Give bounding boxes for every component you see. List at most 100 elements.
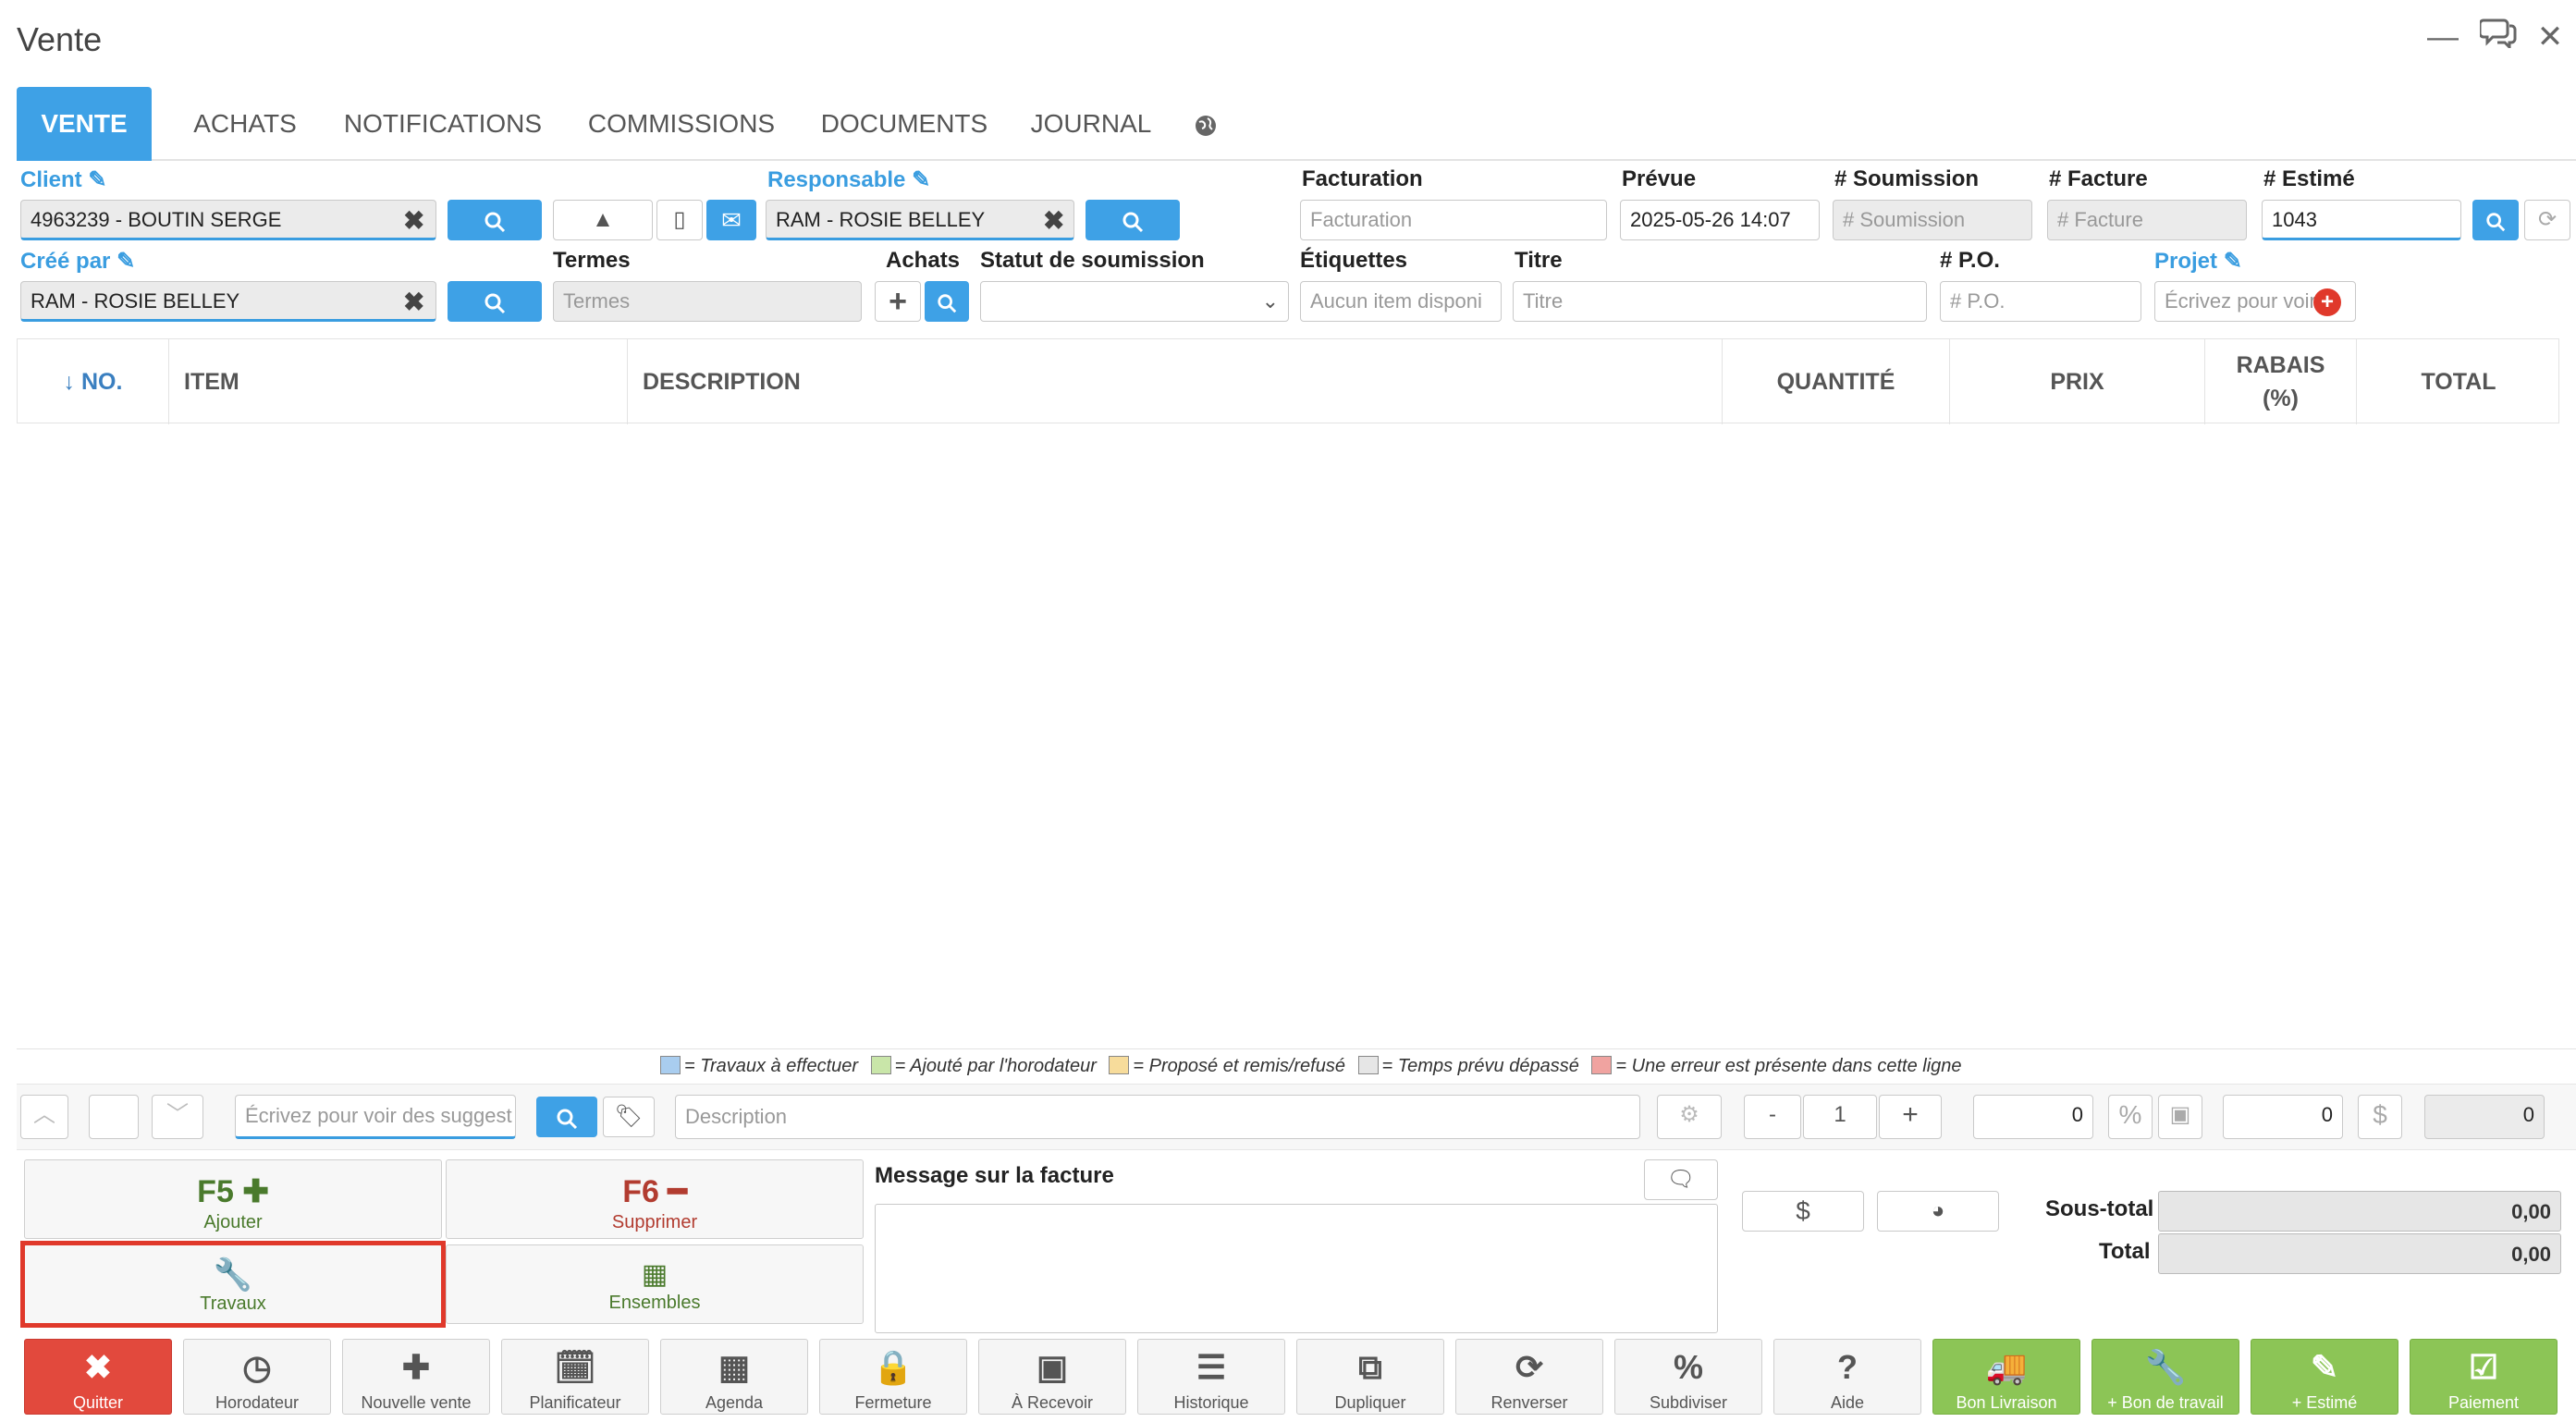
comment-icon[interactable]: 🗨 bbox=[1644, 1159, 1718, 1200]
refresh-icon[interactable]: ⟳ bbox=[2524, 200, 2570, 240]
add-project-icon[interactable]: + bbox=[2313, 288, 2341, 316]
position-input[interactable] bbox=[89, 1095, 139, 1139]
col-prix[interactable]: PRIX bbox=[1950, 339, 2205, 424]
road-icon[interactable]: ▲ bbox=[553, 200, 653, 240]
percent-toggle[interactable]: % bbox=[2108, 1095, 2153, 1139]
po-input[interactable]: # P.O. bbox=[1940, 281, 2141, 322]
col-no[interactable]: ↓ NO. bbox=[18, 339, 169, 424]
facture-input[interactable]: # Facture bbox=[2047, 200, 2247, 240]
facturation-input[interactable]: Facturation bbox=[1300, 200, 1607, 240]
projet-label[interactable]: Projet ✎ bbox=[2154, 248, 2242, 275]
chat-icon[interactable] bbox=[2478, 17, 2519, 57]
cree-par-input[interactable]: RAM - ROSIE BELLEY bbox=[20, 281, 436, 322]
edit-icon[interactable]: ✎ bbox=[88, 167, 106, 192]
client-input[interactable]: 4963239 - BOUTIN SERGE bbox=[20, 200, 436, 240]
close-window-icon[interactable]: ✕ bbox=[2530, 17, 2570, 57]
soumission-input[interactable]: # Soumission bbox=[1833, 200, 2032, 240]
estime-button[interactable]: ✎ + Estimé bbox=[2251, 1339, 2398, 1415]
titre-input[interactable]: Titre bbox=[1513, 281, 1927, 322]
prevue-input[interactable]: 2025-05-26 14:07 bbox=[1620, 200, 1820, 240]
historique-button[interactable]: ☰ Historique bbox=[1137, 1339, 1285, 1415]
item-search-button[interactable] bbox=[536, 1097, 597, 1137]
client-search-button[interactable] bbox=[448, 200, 542, 240]
titre-label: Titre bbox=[1515, 248, 1563, 273]
col-description[interactable]: DESCRIPTION bbox=[628, 339, 1723, 424]
agenda-button[interactable]: ▦ Agenda bbox=[660, 1339, 808, 1415]
highlight-box bbox=[20, 1241, 446, 1328]
clear-cree-par-icon[interactable]: ✖ bbox=[403, 287, 424, 317]
etiquettes-label: Étiquettes bbox=[1300, 248, 1408, 273]
clear-responsable-icon[interactable]: ✖ bbox=[1043, 205, 1064, 236]
estime-search-button[interactable] bbox=[2472, 200, 2519, 240]
close-icon: ✖ bbox=[83, 1348, 113, 1386]
subdiviser-button[interactable]: % Subdiviser bbox=[1614, 1339, 1762, 1415]
responsable-search-button[interactable] bbox=[1086, 200, 1180, 240]
cree-par-label[interactable]: Créé par ✎ bbox=[20, 248, 135, 275]
money-toggle-icon[interactable]: ▣ bbox=[2158, 1095, 2202, 1139]
paiement-button[interactable]: ☑ Paiement bbox=[2410, 1339, 2558, 1415]
description-input[interactable]: Description bbox=[675, 1095, 1640, 1139]
col-item[interactable]: ITEM bbox=[169, 339, 628, 424]
edit-icon[interactable]: ✎ bbox=[117, 249, 135, 274]
nouvelle-vente-button[interactable]: ✚ Nouvelle vente bbox=[342, 1339, 490, 1415]
add-button[interactable]: F5 ✚ Ajouter bbox=[24, 1159, 442, 1239]
client-label[interactable]: Client ✎ bbox=[20, 166, 106, 193]
tab-vente[interactable]: VENTE bbox=[17, 87, 152, 161]
edit-icon[interactable]: ✎ bbox=[2224, 249, 2242, 274]
col-rabais[interactable]: RABAIS (%) bbox=[2205, 339, 2357, 424]
col-quantite[interactable]: QUANTITÉ bbox=[1723, 339, 1950, 424]
renverser-button[interactable]: ⟳ Renverser bbox=[1455, 1339, 1603, 1415]
delete-button[interactable]: F6 ━ Supprimer bbox=[446, 1159, 864, 1239]
mobile-icon[interactable]: ▯ bbox=[656, 200, 703, 240]
aide-button[interactable]: ? Aide bbox=[1773, 1339, 1921, 1415]
price-input[interactable]: 0 bbox=[1973, 1095, 2093, 1139]
bon-livraison-button[interactable]: 🚚 Bon Livraison bbox=[1932, 1339, 2080, 1415]
tab-documents[interactable]: DOCUMENTS bbox=[806, 87, 1002, 161]
statut-select[interactable]: ⌄ bbox=[980, 281, 1289, 322]
dupliquer-button[interactable]: ⧉ Dupliquer bbox=[1296, 1339, 1444, 1415]
responsable-label[interactable]: Responsable ✎ bbox=[767, 166, 930, 193]
money-icon: ▣ bbox=[1036, 1348, 1068, 1386]
message-textarea[interactable] bbox=[875, 1204, 1718, 1333]
quantity-minus-button[interactable]: - bbox=[1744, 1095, 1801, 1139]
item-search-input[interactable]: Écrivez pour voir des suggest bbox=[235, 1095, 516, 1139]
quantity-plus-button[interactable]: + bbox=[1879, 1095, 1942, 1139]
quantity-input[interactable]: 1 bbox=[1803, 1095, 1877, 1139]
planificateur-button[interactable]: 🗓 Planificateur bbox=[501, 1339, 649, 1415]
cree-par-search-button[interactable] bbox=[448, 281, 542, 322]
tab-journal[interactable]: JOURNAL bbox=[1015, 87, 1167, 161]
pie-chart-icon[interactable]: ◕ bbox=[1877, 1191, 1999, 1232]
move-up-icon[interactable]: ︿ bbox=[20, 1095, 68, 1139]
termes-input[interactable]: Termes bbox=[553, 281, 862, 322]
clear-client-icon[interactable]: ✖ bbox=[403, 205, 424, 236]
a-recevoir-button[interactable]: ▣ À Recevoir bbox=[978, 1339, 1126, 1415]
edit-icon[interactable]: ✎ bbox=[912, 167, 930, 192]
etiquettes-input[interactable]: Aucun item disponi bbox=[1300, 281, 1502, 322]
achat-search-button[interactable] bbox=[925, 281, 969, 322]
fermeture-button[interactable]: 🔒 Fermeture bbox=[819, 1339, 967, 1415]
tab-achats[interactable]: ACHATS bbox=[170, 87, 320, 161]
minimize-icon[interactable]: — bbox=[2423, 17, 2463, 57]
dollar-button[interactable]: $ bbox=[1742, 1191, 1864, 1232]
horodateur-button[interactable]: ◷ Horodateur bbox=[183, 1339, 331, 1415]
ensembles-button[interactable]: ▦ Ensembles bbox=[446, 1244, 864, 1324]
dollar-toggle[interactable]: $ bbox=[2358, 1095, 2402, 1139]
estime-input[interactable]: 1043 bbox=[2262, 200, 2461, 240]
responsable-input[interactable]: RAM - ROSIE BELLEY bbox=[766, 200, 1074, 240]
quitter-button[interactable]: ✖ Quitter bbox=[24, 1339, 172, 1415]
divider bbox=[17, 1048, 2576, 1049]
gear-icon[interactable]: ⚙ bbox=[1657, 1095, 1722, 1139]
add-achat-icon[interactable]: + bbox=[875, 281, 921, 322]
tab-notifications[interactable]: NOTIFICATIONS bbox=[325, 87, 560, 161]
globe-icon[interactable] bbox=[1178, 87, 1233, 161]
bon-de-travail-button[interactable]: 🔧 + Bon de travail bbox=[2091, 1339, 2239, 1415]
discount-input[interactable]: 0 bbox=[2223, 1095, 2343, 1139]
col-total[interactable]: TOTAL bbox=[2357, 339, 2560, 424]
tab-commissions[interactable]: COMMISSIONS bbox=[570, 87, 793, 161]
email-icon[interactable]: ✉ bbox=[706, 200, 756, 240]
tag-icon[interactable]: 🏷 bbox=[603, 1097, 655, 1137]
list-icon: ☰ bbox=[1196, 1348, 1227, 1386]
estime-label: # Estimé bbox=[2263, 166, 2355, 191]
window-title: Vente bbox=[17, 20, 103, 58]
move-down-icon[interactable]: ﹀ bbox=[152, 1095, 203, 1139]
